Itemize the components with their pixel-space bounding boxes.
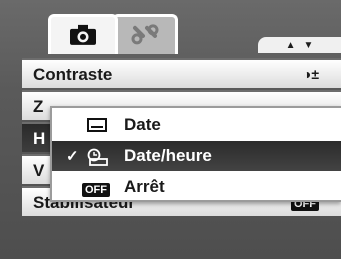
camera-icon — [70, 24, 96, 45]
calendar-icon — [87, 117, 107, 138]
option-off[interactable]: OFF Arrêt — [52, 172, 341, 202]
menu-row-label: Contraste — [33, 65, 113, 84]
clock-calendar-icon — [87, 148, 109, 171]
option-label: Date/heure — [124, 146, 212, 165]
option-label: Arrêt — [124, 177, 165, 196]
date-stamp-popup: Date ✓ Date/heure OFF Arrêt — [50, 106, 341, 202]
menu-row-label: H — [33, 129, 46, 148]
scroll-up-icon[interactable]: ▲ — [286, 40, 297, 51]
check-icon: ✓ — [66, 148, 79, 165]
option-label: Date — [124, 115, 161, 134]
page-scroll-indicator[interactable]: ▲ ▼ — [258, 37, 341, 53]
contrast-value: ◑± — [302, 66, 319, 82]
tab-camera[interactable] — [48, 14, 118, 54]
off-icon: OFF — [82, 180, 110, 198]
menu-row-label: Z — [33, 97, 44, 116]
scroll-down-icon[interactable]: ▼ — [304, 40, 315, 51]
wrench-icon — [131, 23, 159, 44]
camera-menu-screen: ▲ ▼ Contraste ◑± Z H V Stabilisateur OFF… — [0, 0, 341, 259]
tab-setup[interactable] — [112, 14, 178, 54]
menu-row-contrast[interactable]: Contraste ◑± — [22, 58, 341, 88]
option-date[interactable]: Date — [52, 110, 341, 140]
option-date-time[interactable]: ✓ Date/heure — [52, 141, 341, 171]
menu-row-label: V — [33, 161, 45, 180]
